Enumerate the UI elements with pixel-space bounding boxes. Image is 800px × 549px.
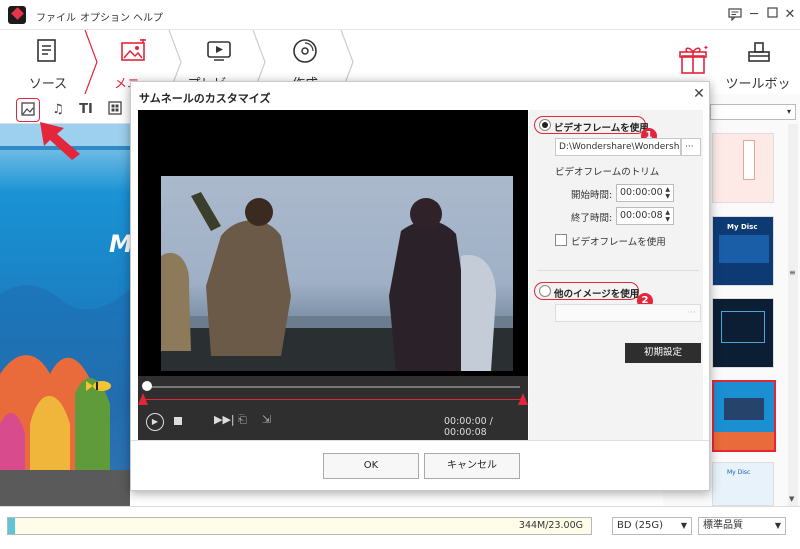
step-source[interactable]: ソース: [10, 30, 86, 94]
dialog-title: サムネールのカスタマイズ: [139, 92, 271, 105]
toolbox-button[interactable]: ツールボックス: [722, 30, 794, 111]
step-divider: [84, 30, 98, 94]
template-dropdown[interactable]: ▾: [710, 104, 796, 120]
source-icon: [37, 39, 56, 62]
menu-help[interactable]: ヘルプ: [133, 9, 163, 24]
chapter-icon[interactable]: [106, 101, 124, 119]
step-source-label: ソース: [28, 77, 68, 92]
preview-footer: [0, 470, 130, 506]
thumbnail-options: ビデオフレームを使用 1 D:\Wondershare\Wondershare …: [529, 110, 703, 440]
capacity-fill: [8, 518, 15, 534]
disc-type-value: BD (25G): [617, 520, 664, 531]
stop-button[interactable]: [174, 417, 182, 425]
preview-icon: [207, 41, 231, 61]
quality-value: 標準品質: [703, 520, 743, 531]
divider: [537, 270, 699, 271]
start-time-value: 00:00:00: [620, 187, 663, 198]
template-thumb-mydisc[interactable]: My Disc: [712, 216, 774, 286]
quality-select[interactable]: 標準品質 ▼: [698, 517, 786, 535]
menu-step-icon: [121, 39, 146, 61]
feedback-icon[interactable]: [727, 7, 743, 23]
seek-track[interactable]: [146, 386, 520, 388]
maximize-button[interactable]: [764, 7, 780, 23]
spinner-arrows-icon[interactable]: ▲ ▼: [665, 209, 670, 223]
scroll-down-icon[interactable]: ▼: [789, 495, 794, 503]
play-button[interactable]: ▶: [146, 413, 164, 431]
dialog-close-button[interactable]: ✕: [691, 86, 707, 102]
thumbnail-customize-dialog: サムネールのカスタマイズ ✕ ▶ ▶▶| ⎗ ⇲ 00:00:00 / 00:0…: [130, 81, 710, 491]
video-frame: [161, 176, 513, 371]
trim-range[interactable]: [138, 393, 528, 405]
end-time-spinner[interactable]: 00:00:08 ▲ ▼: [616, 207, 674, 225]
checkbox-label: ビデオフレームを使用: [571, 237, 666, 248]
time-display: 00:00:00 / 00:00:08: [444, 416, 493, 438]
browse-video-button[interactable]: ···: [681, 138, 701, 156]
template-thumb[interactable]: My Disc: [712, 462, 774, 506]
other-image-field[interactable]: ···: [555, 304, 701, 322]
menu-options[interactable]: オプション: [80, 9, 130, 24]
end-time-value: 00:00:08: [620, 210, 663, 221]
menu-preview: M: [0, 124, 130, 470]
end-time-label: 終了時間:: [571, 213, 613, 224]
dialog-footer-divider: [131, 440, 709, 441]
template-scrollbar[interactable]: [788, 124, 798, 506]
capacity-bar: 344M/23.00G: [7, 517, 592, 535]
text-icon[interactable]: TI: [77, 101, 95, 119]
image-icon[interactable]: [19, 101, 37, 119]
spinner-arrows-icon[interactable]: ▲ ▼: [665, 186, 670, 200]
snapshot-icon[interactable]: ⎗: [238, 413, 247, 427]
red-arrow-icon: [40, 122, 80, 160]
use-video-frame-checkbox[interactable]: [555, 234, 567, 246]
disc-burn-icon: [293, 39, 317, 63]
use-video-frame-label: ビデオフレームを使用: [554, 123, 649, 134]
cancel-button[interactable]: キャンセル: [424, 453, 520, 479]
thumb-title: My Disc: [727, 223, 758, 231]
use-video-frame-radio[interactable]: [539, 119, 551, 131]
template-thumb[interactable]: [712, 133, 774, 203]
video-path-field[interactable]: D:\Wondershare\Wondershare: [555, 138, 681, 156]
scrollbar-grip[interactable]: ≡: [789, 268, 796, 277]
close-window-button[interactable]: ✕: [782, 7, 798, 23]
video-frame-image: [161, 192, 513, 371]
template-thumb[interactable]: [712, 298, 774, 368]
template-thumb-selected[interactable]: [712, 380, 776, 452]
gift-icon[interactable]: ✦: [676, 44, 710, 76]
next-frame-button[interactable]: ▶▶|: [214, 413, 235, 426]
svg-text:✦: ✦: [703, 44, 709, 52]
start-time-label: 開始時間:: [571, 190, 613, 201]
reset-button[interactable]: 初期設定: [625, 343, 701, 363]
export-frame-icon[interactable]: ⇲: [262, 413, 271, 426]
ok-button[interactable]: OK: [323, 453, 419, 479]
video-player: ▶ ▶▶| ⎗ ⇲ 00:00:00 / 00:00:08: [138, 110, 528, 440]
use-other-image-radio[interactable]: [539, 285, 551, 297]
trim-label: ビデオフレームのトリム: [555, 167, 660, 178]
start-time-spinner[interactable]: 00:00:00 ▲ ▼: [616, 184, 674, 202]
capacity-text: 344M/23.00G: [518, 520, 583, 531]
app-logo-icon: [8, 6, 26, 24]
toolbox-icon: [748, 42, 770, 62]
music-icon[interactable]: ♫: [49, 101, 67, 119]
seek-handle[interactable]: [142, 381, 152, 391]
use-other-image-label: 他のイメージを使用: [554, 289, 640, 300]
preview-title-text: M: [109, 230, 130, 258]
browse-image-button[interactable]: ···: [687, 308, 696, 318]
menu-file[interactable]: ファイル: [36, 9, 76, 24]
disc-type-select[interactable]: BD (25G) ▼: [612, 517, 692, 535]
minimize-button[interactable]: ─: [746, 7, 762, 23]
underwater-scene: [0, 124, 130, 470]
